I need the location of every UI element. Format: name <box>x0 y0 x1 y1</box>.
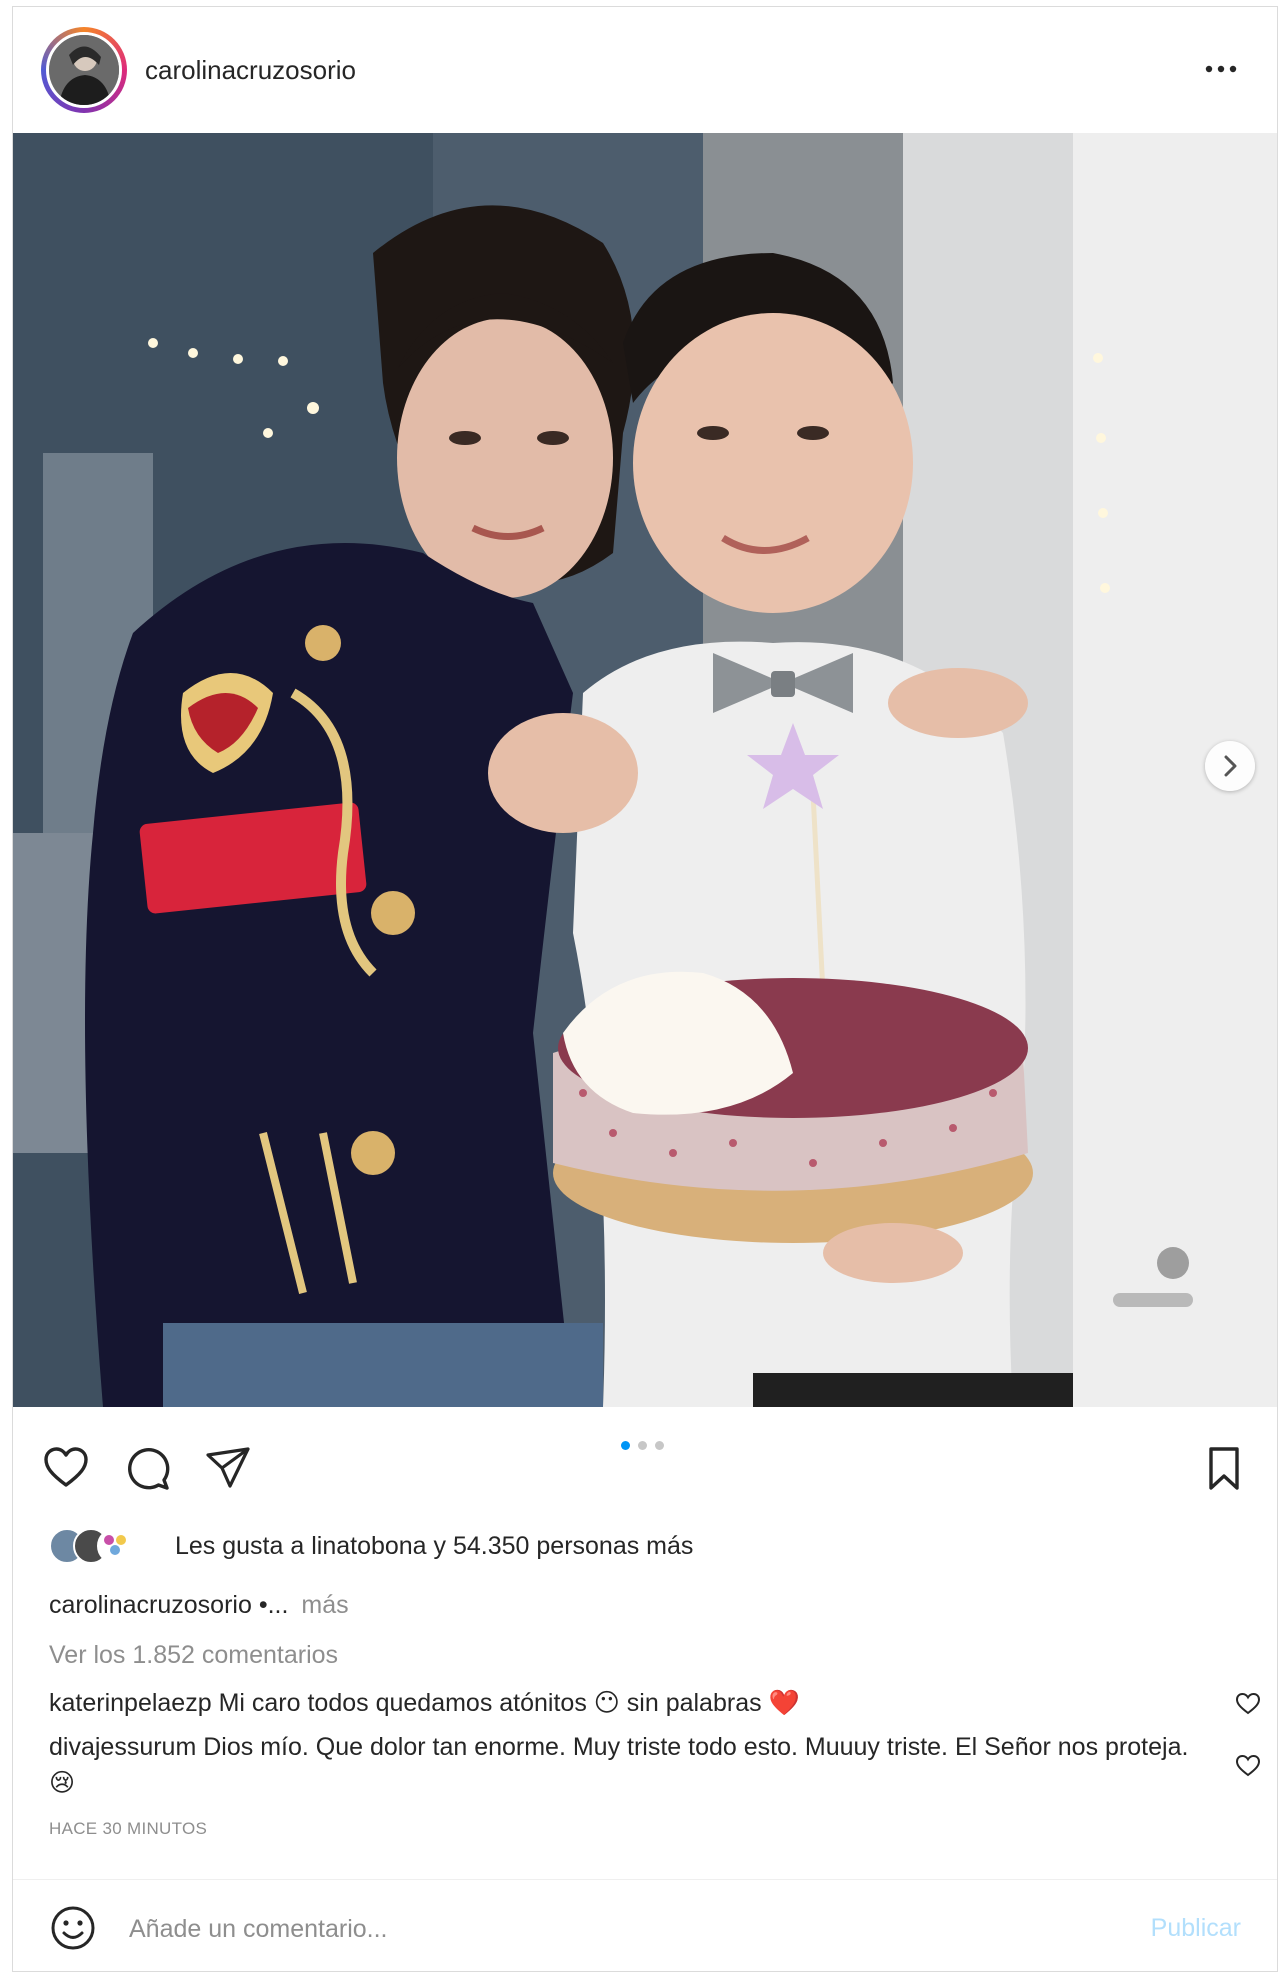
heart-icon[interactable] <box>41 1443 91 1493</box>
carousel-dot <box>655 1441 664 1450</box>
likes-row: Les gusta a linatobona y 54.350 personas… <box>49 1521 693 1571</box>
likes-count-text[interactable]: Les gusta a linatobona y 54.350 personas… <box>175 1532 693 1561</box>
post-timestamp[interactable]: HACE 30 MINUTOS <box>49 1819 207 1839</box>
heart-icon[interactable] <box>1235 1691 1261 1717</box>
post-header: carolinacruzosorio <box>13 7 1277 133</box>
publish-button[interactable]: Publicar <box>1151 1914 1241 1943</box>
comment-text: Mi caro todos quedamos atónitos 😶 sin pa… <box>218 1689 800 1717</box>
emoji-icon[interactable] <box>49 1904 97 1952</box>
post-username[interactable]: carolinacruzosorio <box>145 55 356 86</box>
comment-input[interactable] <box>127 1906 1031 1952</box>
comment-text: Dios mío. Que dolor tan enorme. Muy tris… <box>49 1733 1189 1797</box>
post-actions <box>13 1407 1277 1497</box>
bookmark-icon[interactable] <box>1199 1443 1249 1493</box>
paper-plane-icon[interactable] <box>203 1443 253 1493</box>
photo-illustration <box>13 133 1277 1407</box>
carousel-indicator <box>621 1441 664 1450</box>
avatar[interactable] <box>46 32 122 108</box>
instagram-post: carolinacruzosorio Les gusta a linatobon… <box>12 6 1278 1972</box>
caption-username[interactable]: carolinacruzosorio <box>49 1591 252 1619</box>
comment: katerinpelaezp Mi caro todos quedamos at… <box>49 1685 1199 1721</box>
comment-username[interactable]: katerinpelaezp <box>49 1689 212 1717</box>
heart-icon[interactable] <box>1235 1753 1261 1779</box>
post-caption: carolinacruzosorio •... más <box>49 1591 349 1620</box>
comment-username[interactable]: divajessurum <box>49 1733 196 1761</box>
liker-avatars[interactable] <box>49 1526 159 1566</box>
caption-text: •... <box>258 1591 289 1619</box>
comment: divajessurum Dios mío. Que dolor tan eno… <box>49 1729 1199 1801</box>
comment-bubble-icon[interactable] <box>123 1443 173 1493</box>
avatar <box>97 1528 133 1564</box>
post-photo[interactable] <box>13 133 1277 1407</box>
more-horizontal-icon[interactable] <box>1201 59 1241 79</box>
view-all-comments-link[interactable]: Ver los 1.852 comentarios <box>49 1641 338 1670</box>
carousel-next-arrow-icon[interactable] <box>1205 741 1255 791</box>
add-comment-bar: Publicar <box>13 1880 1277 1973</box>
carousel-dot <box>638 1441 647 1450</box>
profile-avatar-ring[interactable] <box>41 27 127 113</box>
caption-more-link[interactable]: más <box>301 1591 348 1619</box>
carousel-dot-active <box>621 1441 630 1450</box>
